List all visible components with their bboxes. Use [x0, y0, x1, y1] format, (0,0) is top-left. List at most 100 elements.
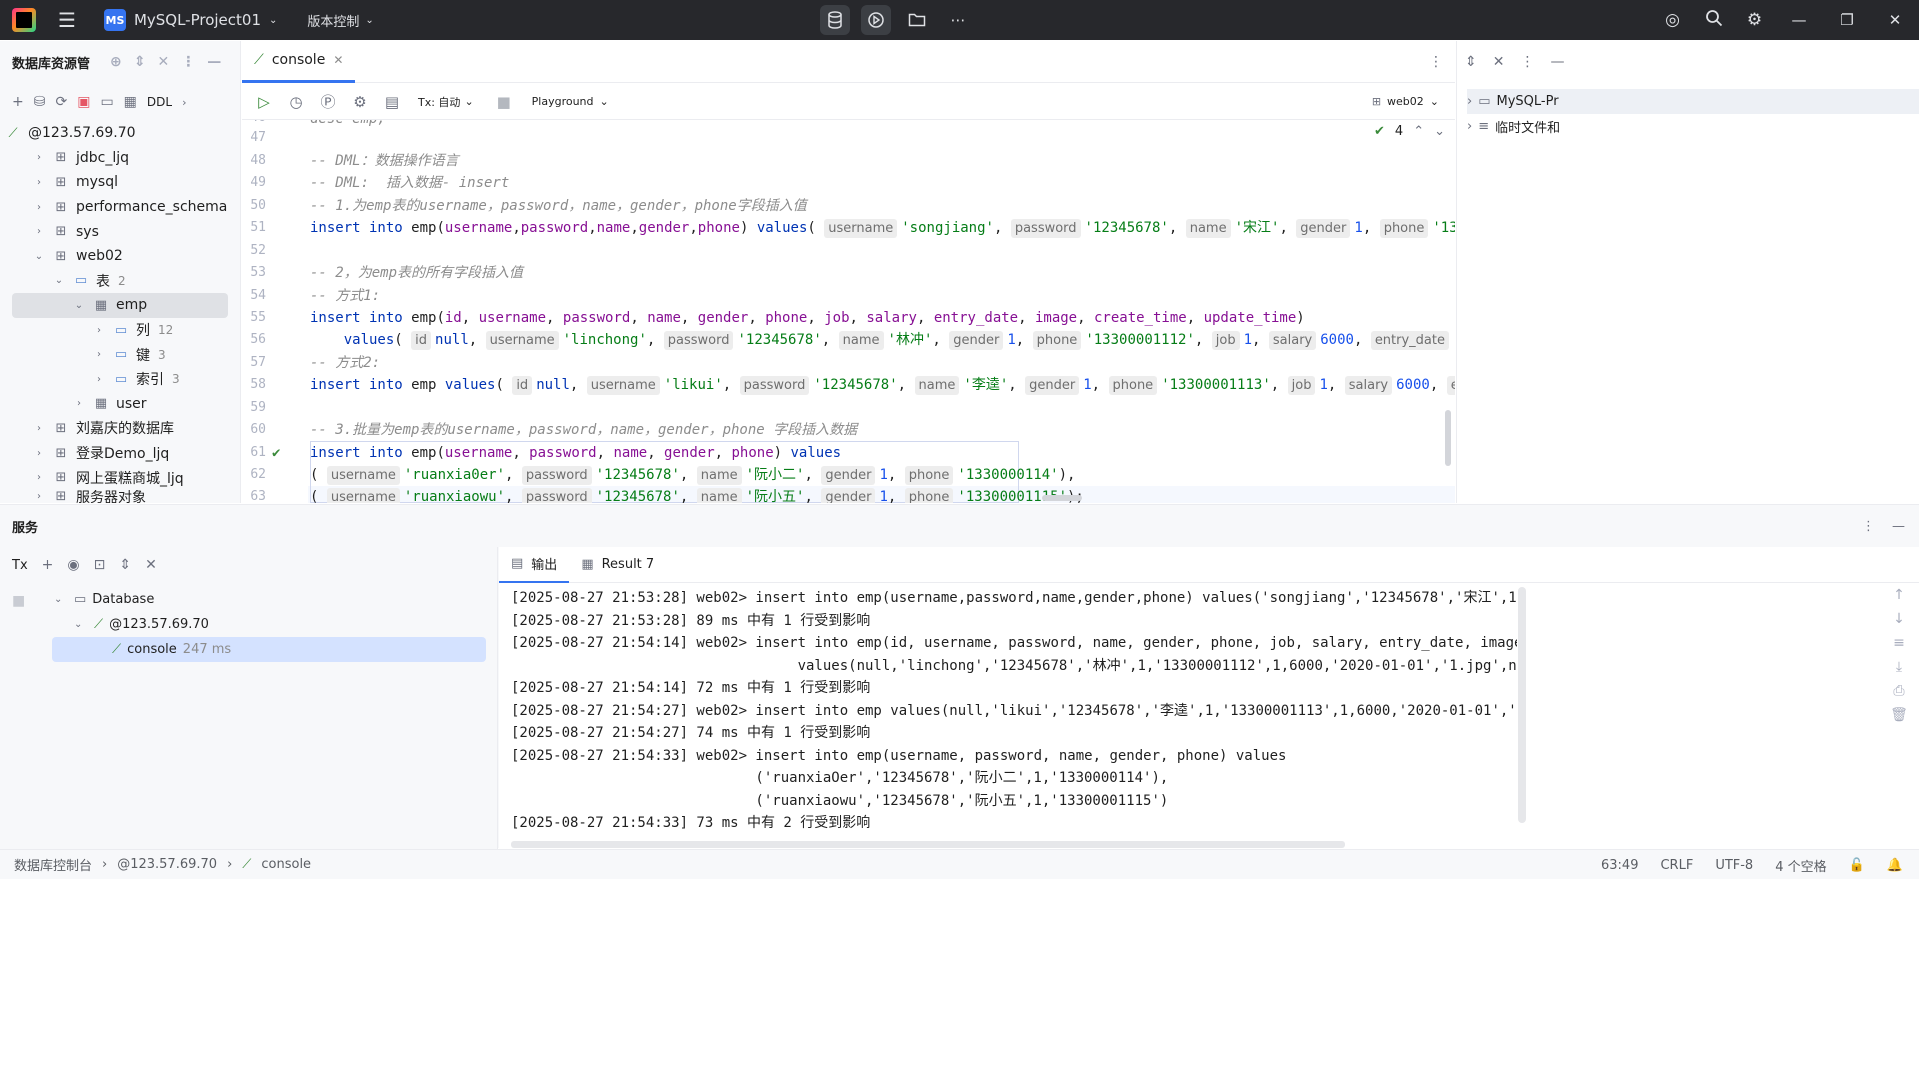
tree-item-columns[interactable]: › ▭ 列 12 — [0, 318, 240, 343]
project-selector[interactable]: MS MySQL-Project01 ⌄ — [103, 9, 277, 31]
tab-console[interactable]: ⟋ console ✕ — [242, 41, 356, 83]
ai-assistant-icon[interactable]: ◎ — [1652, 10, 1693, 30]
project-tree-item[interactable]: › ▭ MySQL-Pr — [1467, 89, 1919, 114]
tree-item-mysql[interactable]: › ⊞ mysql — [0, 170, 240, 195]
layout-icon[interactable]: ▤ — [380, 93, 404, 111]
arrow-up-icon[interactable]: ↑ — [1893, 587, 1905, 603]
explain-plan-icon[interactable]: Ⓟ — [316, 91, 340, 112]
close-tab-icon[interactable]: ✕ — [333, 53, 343, 67]
ddl-button[interactable]: DDL — [147, 95, 172, 109]
more-icon[interactable]: ⋯ — [943, 5, 973, 35]
vcs-menu[interactable]: 版本控制 ⌄ — [307, 11, 373, 30]
table-icon[interactable]: ▦ — [124, 94, 137, 110]
tab-options-icon[interactable]: ⋮ — [1429, 54, 1443, 70]
hide-panel-icon[interactable]: — — [1550, 54, 1564, 70]
tree-host[interactable]: ⟋ @123.57.69.70 — [0, 121, 240, 146]
console-icon[interactable]: ▭ — [100, 94, 113, 110]
project-panel: ⇕ ✕ ⋮ — › ▭ MySQL-Pr › ≡ 临时文件和 — [1456, 41, 1919, 503]
database-icon[interactable] — [820, 5, 850, 35]
main-menu-icon[interactable]: ☰ — [58, 8, 76, 32]
chevron-up-icon[interactable]: ⌃ — [1413, 124, 1424, 139]
breadcrumb-root[interactable]: 数据库控制台 — [14, 855, 92, 874]
file-encoding[interactable]: UTF-8 — [1715, 858, 1753, 873]
tree-item-performance-schema[interactable]: › ⊞ performance_schema — [0, 195, 240, 220]
options-icon[interactable]: ⋮ — [1520, 54, 1534, 70]
close-icon[interactable]: ✕ — [1871, 11, 1919, 29]
print-icon[interactable]: ⎙ — [1893, 683, 1904, 699]
collapse-all-icon[interactable]: ✕ — [145, 557, 157, 573]
settings-icon[interactable]: ⚙ — [348, 93, 372, 111]
restore-icon[interactable]: ❐ — [1823, 11, 1871, 29]
options-icon[interactable]: ⋮ — [1862, 519, 1875, 534]
collapse-all-icon[interactable]: ✕ — [157, 54, 169, 70]
scratch-files-item[interactable]: › ≡ 临时文件和 — [1467, 114, 1919, 139]
services-title: 服务 — [12, 520, 39, 536]
line-separator[interactable]: CRLF — [1660, 858, 1693, 873]
chevron-right-icon[interactable]: › — [182, 96, 186, 109]
services-item-host[interactable]: ⌄ ⟋ @123.57.69.70 — [0, 612, 498, 637]
run-services-icon[interactable] — [861, 5, 891, 35]
tree-item-tables[interactable]: ⌄ ▭ 表 2 — [0, 269, 240, 294]
hide-panel-icon[interactable]: — — [1892, 519, 1905, 534]
schema-dropdown[interactable]: ⊞ web02 ⌄ — [1372, 95, 1439, 108]
new-session-icon[interactable]: ⊡ — [94, 557, 106, 573]
output-horizontal-scrollbar[interactable] — [511, 841, 1345, 848]
indent-setting[interactable]: 4 个空格 — [1775, 856, 1826, 875]
expand-all-icon[interactable]: ⇕ — [134, 54, 146, 70]
caret-position[interactable]: 63:49 — [1601, 858, 1638, 873]
run-icon[interactable]: ▷ — [252, 93, 276, 111]
horizontal-scrollbar[interactable] — [1042, 495, 1082, 501]
tree-item-indexes[interactable]: › ▭ 索引 3 — [0, 367, 240, 392]
notifications-icon[interactable]: 🔔 — [1887, 858, 1903, 873]
output-log[interactable]: [2025-08-27 21:53:28] web02> insert into… — [511, 587, 1919, 835]
tree-item-emp[interactable]: ⌄ ▦ emp — [12, 293, 228, 318]
playground-dropdown[interactable]: Playground ⌄ — [532, 95, 609, 108]
sql-editor[interactable]: 46 47 48 49 50 51 52 53 54 55 56 57 58 5… — [242, 120, 1455, 503]
eye-icon[interactable]: ◉ — [67, 557, 79, 573]
arrow-down-icon[interactable]: ↓ — [1893, 611, 1905, 627]
hide-panel-icon[interactable]: — — [207, 54, 221, 70]
output-vertical-scrollbar[interactable] — [1518, 587, 1526, 823]
scroll-to-end-icon[interactable]: ⤓ — [1896, 659, 1902, 675]
tree-item-sys[interactable]: › ⊞ sys — [0, 219, 240, 244]
expand-icon[interactable]: ⇕ — [1465, 54, 1477, 70]
services-item-database[interactable]: ⌄ ▭ Database — [0, 587, 498, 612]
add-icon[interactable]: + — [12, 94, 24, 110]
trash-icon[interactable]: 🗑 — [1890, 707, 1908, 723]
history-icon[interactable]: ◷ — [284, 93, 308, 111]
tree-item-cake-shop[interactable]: › ⊞ 网上蛋糕商城_ljq — [0, 465, 240, 490]
add-icon[interactable]: + — [42, 557, 54, 573]
services-item-console[interactable]: ⟋ console 247 ms — [52, 637, 486, 662]
stop-icon[interactable]: ▣ — [77, 94, 90, 110]
breadcrumb-console[interactable]: console — [261, 857, 311, 872]
folder-icon[interactable] — [902, 5, 932, 35]
tree-item-liujiaqing-db[interactable]: › ⊞ 刘嘉庆的数据库 — [0, 416, 240, 441]
data-source-icon[interactable]: ⛁ — [34, 94, 46, 110]
settings-gear-icon[interactable]: ⚙ — [1734, 10, 1775, 30]
tree-item-keys[interactable]: › ▭ 键 3 — [0, 342, 240, 367]
search-icon[interactable] — [1693, 9, 1734, 32]
tree-item-web02[interactable]: ⌄ ⊞ web02 — [0, 244, 240, 269]
tab-output[interactable]: ▤ 输出 — [499, 547, 570, 583]
tree-item-jdbc[interactable]: › ⊞ jdbc_ljq — [0, 146, 240, 171]
collapse-icon[interactable]: ✕ — [1493, 54, 1505, 70]
line-number: 50 — [250, 198, 266, 213]
options-icon[interactable]: ⋮ — [181, 54, 195, 70]
expand-all-icon[interactable]: ⇕ — [119, 557, 131, 573]
vertical-scrollbar[interactable] — [1445, 410, 1451, 466]
tree-item-server-objects[interactable]: › ⊞ 服务器对象 — [0, 490, 240, 503]
refresh-icon[interactable]: ⟳ — [55, 94, 67, 110]
minimize-icon[interactable]: — — [1775, 11, 1823, 29]
tree-item-login-demo[interactable]: › ⊞ 登录Demo_ljq — [0, 441, 240, 466]
inspection-widget[interactable]: ✔ 4 ⌃ ⌄ — [1374, 124, 1445, 139]
stop-icon[interactable]: ■ — [492, 93, 516, 111]
lock-icon[interactable]: 🔓 — [1849, 858, 1865, 873]
locate-icon[interactable]: ⊕ — [110, 54, 122, 70]
tab-result[interactable]: ▦ Result 7 — [569, 547, 666, 583]
chevron-down-icon[interactable]: ⌄ — [1434, 124, 1445, 139]
tx-label[interactable]: Tx — [12, 558, 28, 573]
tree-item-user[interactable]: › ▦ user — [0, 392, 240, 417]
breadcrumb-host[interactable]: @123.57.69.70 — [117, 857, 217, 872]
soft-wrap-icon[interactable]: ≡ — [1893, 635, 1905, 651]
tx-mode-dropdown[interactable]: Tx: 自动 ⌄ — [418, 94, 474, 110]
